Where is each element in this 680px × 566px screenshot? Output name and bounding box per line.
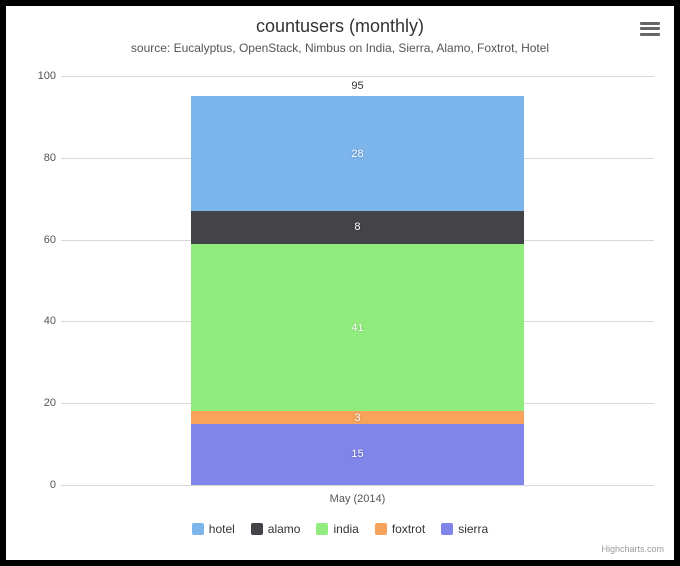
chart-menu-button[interactable] [638,18,662,40]
legend-label: alamo [268,522,301,536]
legend: hotel alamo india foxtrot sierra [6,522,674,538]
stack-total-label: 95 [191,80,523,92]
chart-subtitle: source: Eucalyptus, OpenStack, Nimbus on… [6,37,674,55]
credits-link[interactable]: Highcharts.com [601,544,664,554]
legend-label: foxtrot [392,522,425,536]
y-tick-label: 60 [26,234,56,246]
bar-segment-hotel[interactable]: 28 [191,96,523,211]
gridline [61,76,654,77]
legend-item-foxtrot[interactable]: foxtrot [375,522,425,536]
legend-swatch [251,523,263,535]
legend-swatch [375,523,387,535]
bar-segment-sierra[interactable]: 15 [191,424,523,485]
bar-segment-alamo[interactable]: 8 [191,211,523,244]
legend-label: hotel [209,522,235,536]
y-tick-label: 0 [26,479,56,491]
gridline [61,485,654,486]
legend-item-alamo[interactable]: alamo [251,522,301,536]
x-tick-label: May (2014) [191,493,523,505]
legend-swatch [316,523,328,535]
legend-swatch [192,523,204,535]
frame-border: countusers (monthly) source: Eucalyptus,… [0,0,680,566]
chart-container: countusers (monthly) source: Eucalyptus,… [6,6,674,560]
y-tick-label: 80 [26,152,56,164]
y-tick-label: 40 [26,315,56,327]
hamburger-icon [640,22,660,25]
legend-swatch [441,523,453,535]
plot-area: 0204060801002884131595May (2014) [61,76,654,485]
legend-item-hotel[interactable]: hotel [192,522,235,536]
chart-title: countusers (monthly) [6,6,674,37]
bar-segment-india[interactable]: 41 [191,244,523,412]
bar-stack: 2884131595May (2014) [191,96,523,485]
bar-segment-foxtrot[interactable]: 3 [191,411,523,423]
legend-label: sierra [458,522,488,536]
legend-item-india[interactable]: india [316,522,358,536]
y-tick-label: 100 [26,70,56,82]
legend-label: india [333,522,358,536]
legend-item-sierra[interactable]: sierra [441,522,488,536]
y-tick-label: 20 [26,397,56,409]
